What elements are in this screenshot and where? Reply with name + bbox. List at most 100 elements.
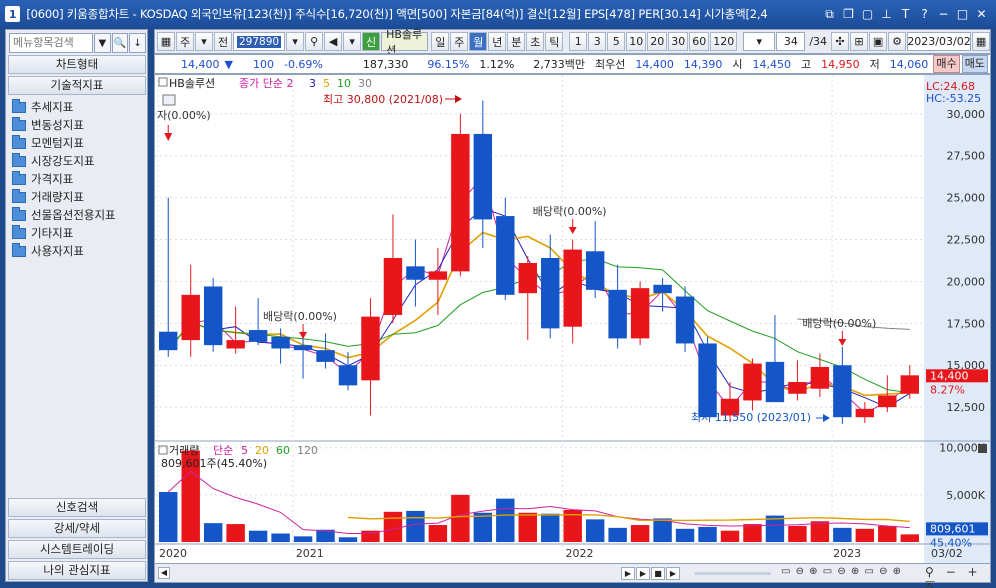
legend-toggle-icon[interactable] bbox=[158, 77, 168, 87]
legend-item[interactable]: 30 bbox=[358, 77, 372, 90]
interval-button[interactable]: 30 bbox=[668, 32, 689, 51]
zoom-controls[interactable]: ⚲ − + ⇱ bbox=[925, 565, 990, 588]
sell-button[interactable]: 매도 bbox=[961, 55, 988, 73]
restore-icon[interactable]: ▢ bbox=[859, 6, 876, 23]
close-icon[interactable]: ✕ bbox=[973, 6, 990, 23]
indicators-header[interactable]: 기술적지표 bbox=[8, 76, 146, 95]
unit-select[interactable]: ▾ bbox=[743, 32, 776, 51]
crosshair-icon[interactable]: ✣ bbox=[831, 32, 850, 51]
my-indicators[interactable]: 나의 관심지표 bbox=[8, 561, 146, 580]
indicator-folder[interactable]: 기타지표 bbox=[12, 224, 116, 242]
period-button[interactable]: 주 bbox=[450, 32, 469, 51]
pin-icon[interactable]: ⊥ bbox=[878, 6, 895, 23]
indicator-folder[interactable]: 추세지표 bbox=[12, 98, 116, 116]
system-trading[interactable]: 시스템트레이딩 bbox=[8, 540, 146, 559]
interval-button[interactable]: 20 bbox=[647, 32, 668, 51]
period-button[interactable]: 일 bbox=[431, 32, 450, 51]
volume-bar[interactable] bbox=[743, 524, 762, 542]
volume-bar[interactable] bbox=[226, 524, 245, 542]
candle[interactable] bbox=[743, 358, 762, 411]
volume-bar[interactable] bbox=[203, 523, 223, 542]
legend-item[interactable]: 20 bbox=[255, 444, 269, 457]
volume-bar[interactable] bbox=[541, 513, 560, 542]
sound-dropdown-icon[interactable]: ▾ bbox=[343, 32, 362, 51]
code-dropdown-icon[interactable]: ▾ bbox=[286, 32, 305, 51]
drawing-tools-icon[interactable]: ▭ ⊖ ⊕ ▭ ⊖ ⊕ ▭ ⊖ ⊕ bbox=[781, 566, 902, 577]
speed-slider[interactable] bbox=[695, 572, 771, 575]
chart-area[interactable]: 자(0.00%) 배당락(0.00%) 배당락(0.00%) 배당락(0.00%) 최고… bbox=[154, 74, 991, 564]
chart-scrollbar[interactable]: ◀ ▶ ▶ ■ ▶ ▭ ⊖ ⊕ ▭ ⊖ ⊕ ▭ ⊖ ⊕ ⚲ − + ⇱ bbox=[154, 563, 991, 588]
volume-bar[interactable] bbox=[159, 492, 178, 542]
candle[interactable] bbox=[585, 221, 605, 299]
indicator-folder[interactable]: 사용자지표 bbox=[12, 242, 116, 260]
help-icon[interactable]: ? bbox=[916, 6, 933, 23]
candle[interactable] bbox=[451, 113, 470, 277]
volume-bar[interactable] bbox=[833, 527, 852, 542]
period-button[interactable]: 틱 bbox=[545, 32, 564, 51]
indicator-folder[interactable]: 시장강도지표 bbox=[12, 152, 116, 170]
dropdown-icon[interactable]: ▼ bbox=[94, 33, 111, 53]
stop-icon[interactable]: ■ bbox=[651, 567, 665, 580]
volume-bar[interactable] bbox=[900, 534, 919, 542]
view-count-input[interactable]: 34 bbox=[776, 32, 806, 51]
calendar-icon[interactable]: ▦ bbox=[972, 32, 991, 51]
period-button[interactable]: 분 bbox=[507, 32, 526, 51]
zoom-icon[interactable]: ⊞ bbox=[850, 32, 869, 51]
play-icon[interactable]: ▶ bbox=[636, 567, 650, 580]
candle[interactable] bbox=[181, 264, 200, 357]
volume-bar[interactable] bbox=[473, 512, 493, 542]
indicator-folder[interactable]: 선물옵션전용지표 bbox=[12, 206, 116, 224]
interval-button[interactable]: 3 bbox=[588, 32, 607, 51]
legend-item[interactable]: 종가 단순 2 bbox=[239, 77, 293, 90]
prev-button[interactable]: 전 bbox=[214, 32, 232, 51]
tools-icon[interactable]: T bbox=[897, 6, 914, 23]
strong-weak[interactable]: 강세/약세 bbox=[8, 519, 146, 538]
indicator-folder[interactable]: 변동성지표 bbox=[12, 116, 116, 134]
candle[interactable] bbox=[496, 197, 515, 300]
volume-bar[interactable] bbox=[720, 530, 740, 542]
legend-item[interactable]: 단순 bbox=[213, 444, 233, 457]
volume-bar[interactable] bbox=[271, 533, 290, 542]
volume-bar[interactable] bbox=[855, 528, 875, 542]
volume-bar[interactable] bbox=[878, 525, 897, 542]
legend-item[interactable]: 10 bbox=[337, 77, 351, 90]
candle[interactable] bbox=[900, 365, 919, 399]
date-input[interactable]: 2023/03/02 bbox=[907, 32, 972, 51]
interval-button[interactable]: 60 bbox=[689, 32, 710, 51]
search-code-icon[interactable]: ⚲ bbox=[305, 32, 324, 51]
volume-bar[interactable] bbox=[608, 527, 627, 542]
volume-bar[interactable] bbox=[293, 536, 313, 542]
menu-search-input[interactable] bbox=[9, 33, 93, 53]
candle[interactable] bbox=[338, 351, 358, 391]
candle[interactable] bbox=[698, 336, 717, 418]
period-button[interactable]: 월 bbox=[469, 32, 488, 51]
copy-icon[interactable]: ❐ bbox=[840, 6, 857, 23]
candle[interactable] bbox=[855, 402, 875, 424]
volume-bar[interactable] bbox=[428, 525, 448, 542]
chart-svg[interactable]: 자(0.00%) 배당락(0.00%) 배당락(0.00%) 배당락(0.00%) 최고… bbox=[155, 75, 990, 563]
volume-bar[interactable] bbox=[653, 518, 672, 542]
period-button[interactable]: 년 bbox=[488, 32, 507, 51]
volume-bar[interactable] bbox=[675, 528, 695, 542]
legend-item[interactable]: 3 bbox=[309, 77, 316, 90]
play-prev-icon[interactable]: ▶ bbox=[621, 567, 635, 580]
candle[interactable] bbox=[630, 281, 650, 346]
volume-bar[interactable] bbox=[585, 519, 605, 542]
volume-bar[interactable] bbox=[406, 510, 425, 542]
period-dropdown-icon[interactable]: ▾ bbox=[195, 32, 213, 51]
search-icon[interactable]: 🔍 bbox=[111, 33, 129, 53]
legend-item[interactable]: 5 bbox=[241, 444, 248, 457]
interval-button[interactable]: 1 bbox=[569, 32, 588, 51]
candle[interactable] bbox=[406, 239, 425, 307]
chart-type-header[interactable]: 차트형태 bbox=[8, 55, 146, 74]
candle[interactable] bbox=[159, 197, 178, 357]
legend-item[interactable]: 5 bbox=[323, 77, 330, 90]
candle[interactable] bbox=[473, 100, 493, 248]
indicator-folder[interactable]: 가격지표 bbox=[12, 170, 116, 188]
legend-item[interactable]: 120 bbox=[297, 444, 318, 457]
candle[interactable] bbox=[608, 264, 627, 349]
candle[interactable] bbox=[833, 346, 852, 424]
candle[interactable] bbox=[788, 360, 807, 401]
legend-toggle-icon[interactable] bbox=[158, 445, 168, 455]
save-icon[interactable]: ▣ bbox=[869, 32, 888, 51]
